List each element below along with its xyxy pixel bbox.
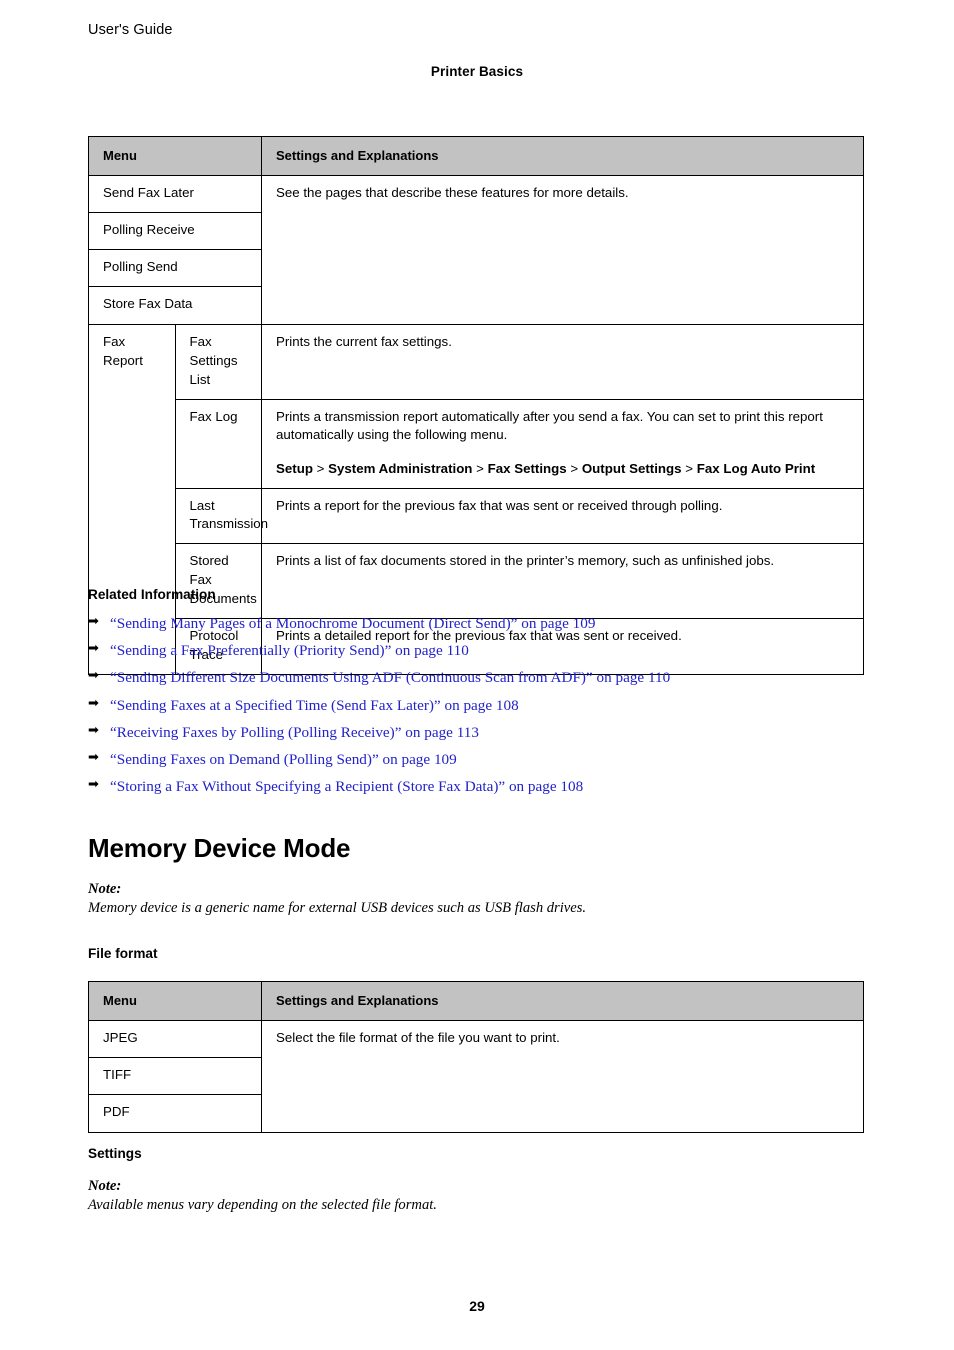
settings-note: Note: Available menus vary depending on …: [88, 1177, 437, 1216]
table-header: Menu Settings and Explanations: [88, 135, 864, 177]
menu-path-step: Fax Settings: [487, 461, 567, 477]
related-link[interactable]: “Sending Faxes on Demand (Polling Send)”…: [110, 751, 457, 768]
arrow-right-icon: ➡: [88, 641, 99, 657]
note-text: Memory device is a generic name for exte…: [88, 900, 587, 917]
related-link[interactable]: “Sending a Fax Preferentially (Priority …: [110, 642, 469, 659]
file-format-table: Menu Settings and Explanations JPEG Sele…: [88, 980, 864, 1134]
description-cell: Select the file format of the file you w…: [261, 1020, 864, 1134]
column-header-menu: Menu: [88, 980, 262, 1022]
arrow-right-icon: ➡: [88, 722, 99, 738]
submenu-cell: Last Transmission: [174, 487, 268, 545]
document-page: User's Guide Printer Basics Menu Setting…: [0, 0, 954, 1350]
list-item: ➡ “Receiving Faxes by Polling (Polling R…: [88, 722, 670, 742]
menu-path-step: Fax Log Auto Print: [696, 461, 816, 477]
arrow-right-icon: ➡: [88, 668, 99, 684]
note-text: Available menus vary depending on the se…: [88, 1197, 437, 1214]
submenu-cell: Fax Log: [174, 398, 262, 489]
menu-cell: PDF: [88, 1094, 262, 1134]
memory-device-note: Note: Memory device is a generic name fo…: [88, 880, 586, 919]
column-header-settings: Settings and Explanations: [261, 980, 864, 1022]
related-link[interactable]: “Sending Faxes at a Specified Time (Send…: [110, 697, 519, 714]
file-format-table-wrapper: Menu Settings and Explanations JPEG Sele…: [88, 980, 864, 1134]
menu-path-step: Setup: [276, 461, 313, 477]
menu-path-step: System Administration: [328, 461, 473, 477]
related-link[interactable]: “Sending Different Size Documents Using …: [110, 669, 670, 686]
table-row: Last Transmission Prints a report for th…: [89, 487, 864, 545]
note-label: Note:: [88, 881, 122, 897]
file-format-heading: File format: [88, 946, 158, 961]
menu-path-separator: >: [316, 461, 325, 477]
table-row: Fax Log Prints a transmission report aut…: [89, 398, 864, 489]
table-row: Send Fax Later See the pages that descri…: [88, 175, 864, 325]
note-label: Note:: [88, 1178, 122, 1194]
page-title: Memory Device Mode: [88, 833, 351, 863]
table-body: JPEG Select the file format of the file …: [88, 1020, 864, 1134]
menu-cell: Send Fax Later: [88, 175, 262, 214]
menu-path: Setup > System Administration > Fax Sett…: [276, 459, 851, 478]
menu-path-separator: >: [685, 461, 694, 477]
table-header-row: Menu Settings and Explanations: [88, 135, 864, 177]
description-cell: Prints the current fax settings.: [261, 323, 864, 400]
column-header-menu: Menu: [88, 135, 262, 177]
menu-path-step: Output Settings: [581, 461, 682, 477]
list-item: ➡ “Sending a Fax Preferentially (Priorit…: [88, 641, 670, 660]
column-header-settings: Settings and Explanations: [261, 135, 864, 177]
arrow-right-icon: ➡: [88, 750, 99, 766]
menu-cell: Polling Receive: [88, 212, 262, 251]
table-header-row: Menu Settings and Explanations: [88, 980, 864, 1022]
table-row: Fax Report Fax Settings List Prints the …: [88, 323, 864, 675]
table-row: JPEG Select the file format of the file …: [88, 1020, 864, 1134]
arrow-right-icon: ➡: [88, 695, 99, 711]
list-item: ➡ “Sending Faxes on Demand (Polling Send…: [88, 750, 670, 769]
table-header: Menu Settings and Explanations: [88, 980, 864, 1022]
related-information-title: Related Information: [88, 587, 216, 602]
arrow-right-icon: ➡: [88, 777, 99, 793]
menu-path-separator: >: [476, 461, 484, 477]
submenu-cell: Fax Settings List: [174, 323, 262, 400]
description-cell: Prints a report for the previous fax tha…: [261, 487, 864, 545]
menu-path-separator: >: [570, 461, 579, 477]
list-item: ➡ “Sending Different Size Documents Usin…: [88, 668, 670, 687]
related-link[interactable]: “Sending Many Pages of a Monochrome Docu…: [110, 615, 595, 632]
menu-cell: TIFF: [88, 1057, 262, 1096]
menu-cell: JPEG: [88, 1020, 262, 1059]
list-item: ➡ “Sending Many Pages of a Monochrome Do…: [88, 614, 670, 633]
list-item: ➡ “Sending Faxes at a Specified Time (Se…: [88, 695, 670, 715]
related-link[interactable]: “Storing a Fax Without Specifying a Reci…: [110, 778, 583, 795]
related-link[interactable]: “Receiving Faxes by Polling (Polling Rec…: [110, 724, 479, 741]
menu-cell: Store Fax Data: [88, 286, 262, 325]
related-information-list: ➡ “Sending Many Pages of a Monochrome Do…: [88, 614, 670, 797]
chapter-header: Printer Basics: [430, 64, 524, 79]
description-text: Prints a transmission report automatical…: [276, 408, 823, 443]
description-cell: Prints a transmission report automatical…: [261, 398, 864, 489]
menu-cell: Polling Send: [88, 249, 262, 288]
description-cell: See the pages that describe these featur…: [261, 175, 864, 325]
arrow-right-icon: ➡: [88, 614, 99, 629]
settings-heading: Settings: [88, 1146, 142, 1161]
list-item: ➡ “Storing a Fax Without Specifying a Re…: [88, 777, 670, 796]
running-header: User's Guide: [88, 22, 173, 38]
page-number: 29: [469, 1298, 485, 1314]
related-information-section: Related Information ➡ “Sending Many Page…: [88, 587, 670, 806]
